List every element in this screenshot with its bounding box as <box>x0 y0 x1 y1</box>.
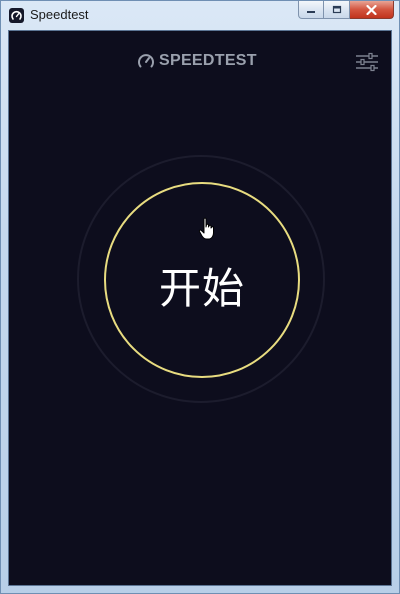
maximize-button[interactable] <box>324 1 350 19</box>
speedometer-icon <box>138 54 154 68</box>
app-window: Speedtest SPEEDTEST 开始 <box>0 0 400 594</box>
minimize-button[interactable] <box>298 1 324 19</box>
speedtest-app-icon <box>9 8 24 23</box>
maximize-icon <box>332 5 341 14</box>
logo-text: SPEEDTEST <box>159 52 257 69</box>
speedtest-logo: SPEEDTEST <box>137 52 257 70</box>
start-button[interactable]: 开始 <box>104 182 300 378</box>
speedtest-panel: SPEEDTEST 开始 <box>8 30 392 586</box>
hand-cursor-icon <box>198 217 214 240</box>
minimize-icon <box>307 10 315 13</box>
close-button[interactable] <box>350 1 394 19</box>
window-controls <box>298 1 394 20</box>
sliders-icon <box>356 52 378 72</box>
settings-button[interactable] <box>354 51 380 73</box>
window-title: Speedtest <box>30 7 89 22</box>
start-label: 开始 <box>158 263 245 313</box>
close-icon <box>366 4 377 15</box>
title-bar[interactable]: Speedtest <box>1 1 399 29</box>
